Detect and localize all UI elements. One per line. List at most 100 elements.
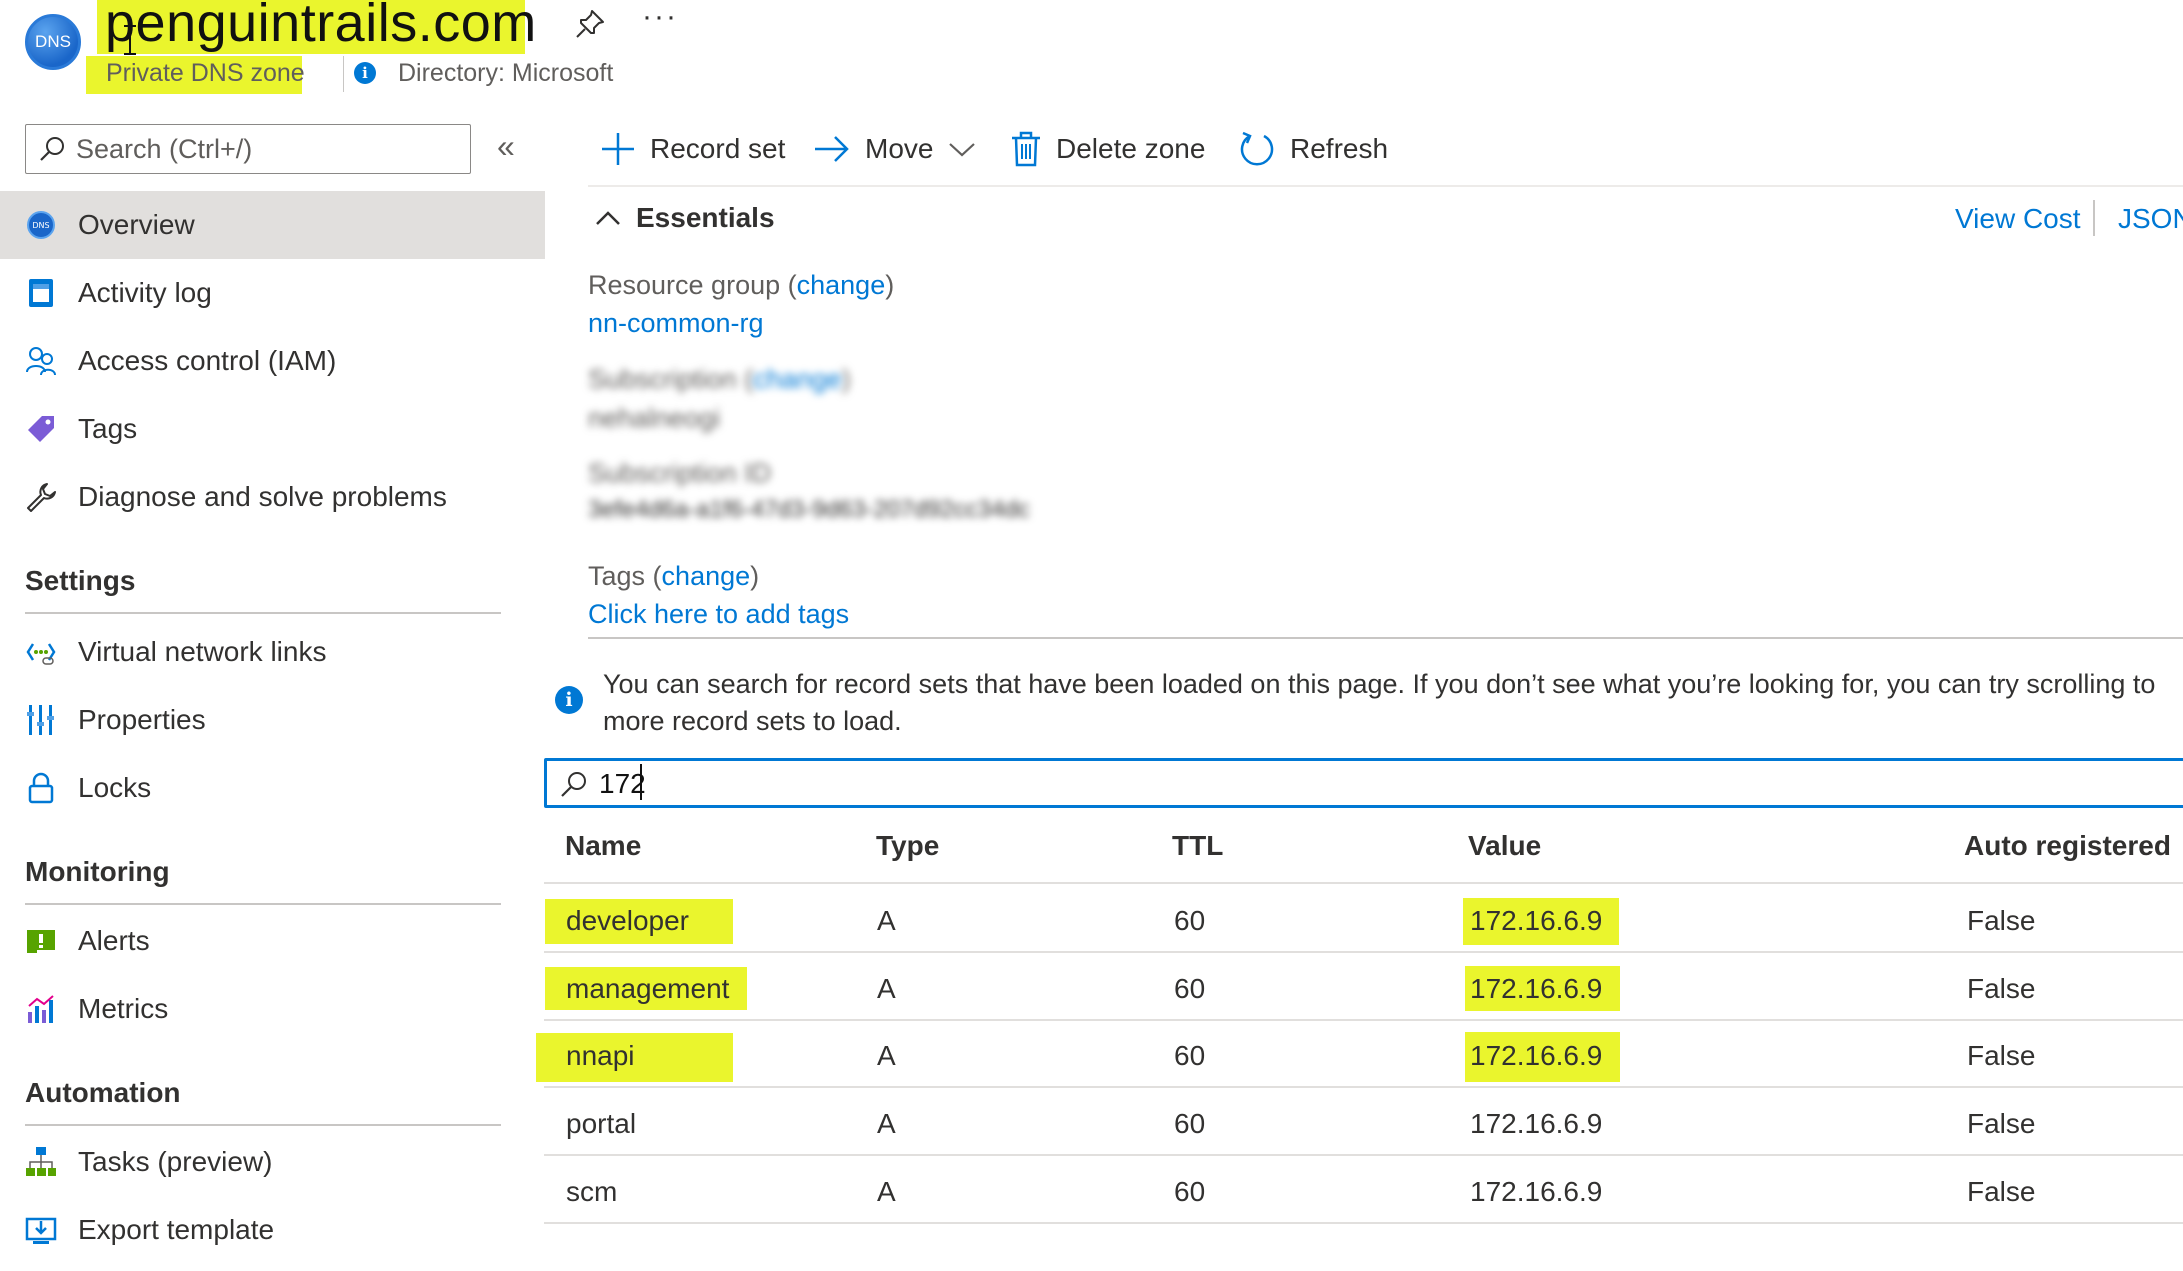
directory-label: Directory: Microsoft [398,59,614,87]
record-name[interactable]: scm [566,1176,617,1208]
sidebar-item-properties[interactable]: Properties [0,686,545,754]
record-auto-registered: False [1967,973,2036,1004]
record-auto-registered: False [1967,1040,2036,1071]
record-name[interactable]: nnapi [566,1040,635,1072]
essentials-title: Essentials [636,202,775,233]
table-header-divider [544,882,2183,884]
delete-zone-button[interactable]: Delete zone [1010,128,1205,170]
record-type: A [877,973,896,1004]
sidebar-item-metrics[interactable]: Metrics [0,975,545,1043]
export-template-icon [25,1214,57,1246]
resource-group-change-link[interactable]: change [797,270,886,300]
sidebar-search-input[interactable] [76,133,456,165]
column-header-value[interactable]: Value [1468,830,1541,862]
column-header-ttl[interactable]: TTL [1172,830,1223,862]
resource-group-label-text: Resource group [588,270,781,300]
record-auto-registered: False [1967,1108,2036,1139]
record-name[interactable]: portal [566,1108,636,1140]
sidebar-item-overview[interactable]: DNS Overview [0,191,545,259]
record-set-label: Record set [650,133,786,164]
record-name[interactable]: developer [566,905,689,937]
section-heading-automation: Automation [25,1077,181,1108]
more-options-icon[interactable]: ··· [642,0,678,34]
record-auto-registered: False [1967,1176,2036,1207]
sidebar-item-label: Metrics [78,993,169,1024]
tag-icon [25,413,57,445]
section-heading-settings: Settings [25,565,136,596]
resource-group-value-link[interactable]: nn-common-rg [588,308,764,339]
sidebar-item-access-control[interactable]: Access control (IAM) [0,327,545,395]
arrow-right-icon [815,136,849,162]
sidebar-item-alerts[interactable]: Alerts [0,907,545,975]
record-value: 172.16.6.9 [1470,905,1603,936]
sidebar-item-tags[interactable]: Tags [0,395,545,463]
record-value: 172.16.6.9 [1470,1108,1603,1139]
section-heading-monitoring: Monitoring [25,856,170,887]
sidebar-item-tasks[interactable]: Tasks (preview) [0,1128,545,1196]
sidebar-item-label: Tasks (preview) [78,1146,273,1177]
column-header-type[interactable]: Type [876,830,939,862]
section-divider [25,903,501,905]
record-name[interactable]: management [566,973,729,1005]
essentials-toggle[interactable]: Essentials [594,202,775,234]
section-divider [25,1124,501,1126]
column-header-name[interactable]: Name [565,830,641,862]
record-auto-registered: False [1967,905,2036,936]
sidebar-search[interactable] [25,124,471,174]
dns-zone-icon: DNS [25,209,57,241]
sidebar-item-virtual-network-links[interactable]: Virtual network links [0,618,545,686]
record-type: A [877,1040,896,1071]
sidebar-item-label: Access control (IAM) [78,345,337,376]
tasks-icon [25,1146,57,1178]
refresh-label: Refresh [1290,133,1389,164]
record-value: 172.16.6.9 [1470,1040,1603,1071]
subscription-value-link[interactable]: nehalneogi [588,403,720,434]
add-record-set-button[interactable]: Record set [600,128,785,170]
tags-change-link[interactable]: change [662,561,751,591]
table-row-divider [544,1222,2183,1224]
record-type: A [877,1108,896,1139]
record-ttl: 60 [1174,1040,1206,1071]
record-type: A [877,1176,896,1207]
move-button[interactable]: Move [813,128,991,170]
sidebar-item-activity-log[interactable]: Activity log [0,259,545,327]
subscription-label: Subscription (change) [588,364,851,394]
subscription-change-link[interactable]: change [753,364,842,394]
delete-zone-label: Delete zone [1056,133,1206,164]
metrics-icon [25,993,57,1025]
sidebar-item-label: Overview [78,209,195,240]
add-tags-link[interactable]: Click here to add tags [588,599,849,630]
tags-label: Tags (change) [588,561,760,591]
pin-icon[interactable] [572,6,608,42]
record-set-filter-input[interactable] [599,767,999,801]
refresh-button[interactable]: Refresh [1238,128,1388,170]
record-value: 172.16.6.9 [1470,973,1603,1004]
json-view-link[interactable]: JSON View [2118,203,2183,235]
record-ttl: 60 [1174,973,1206,1004]
sidebar-item-export-template[interactable]: Export template [0,1196,545,1264]
sidebar-item-label: Diagnose and solve problems [78,481,447,512]
sidebar-item-label: Alerts [78,925,150,956]
record-ttl: 60 [1174,1108,1206,1139]
essentials-divider [588,637,2183,639]
sidebar-item-label: Tags [78,413,138,444]
sidebar-item-diagnose[interactable]: Diagnose and solve problems [0,463,545,531]
activity-log-icon [25,277,57,309]
network-link-icon [25,636,57,668]
collapse-sidebar-icon[interactable]: « [497,128,515,165]
lock-icon [25,772,57,804]
sidebar-item-label: Activity log [78,277,212,308]
page-title: penguintrails.com [105,0,537,53]
view-cost-link[interactable]: View Cost [1955,203,2081,235]
info-icon: i [354,62,376,84]
logo-text: DNS [35,32,71,51]
resource-type-subtitle: Private DNS zone [106,59,305,87]
text-cursor-icon [124,25,136,55]
sidebar-item-label: Locks [78,772,152,803]
header-divider [343,56,344,92]
column-header-auto-registered[interactable]: Auto registered [1964,830,2171,862]
svg-text:DNS: DNS [32,221,49,230]
record-set-filter[interactable] [544,758,2183,808]
toolbar-divider [588,185,2183,187]
sidebar-item-locks[interactable]: Locks [0,754,545,822]
